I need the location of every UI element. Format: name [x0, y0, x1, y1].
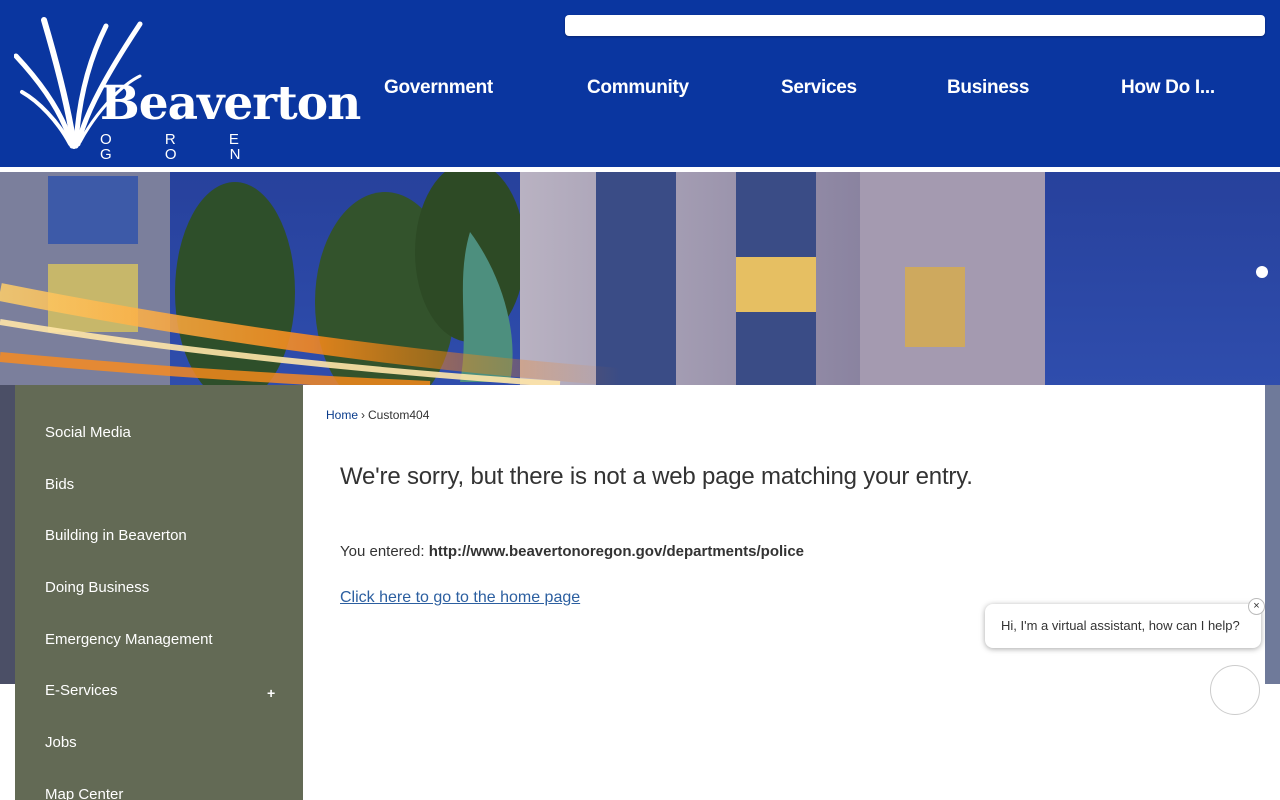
- nav-business[interactable]: Business: [947, 74, 1029, 102]
- sidebar-item-label: Map Center: [45, 786, 124, 800]
- sidebar-item-map-center[interactable]: Map Center: [15, 771, 303, 800]
- breadcrumb: Home › Custom404: [326, 408, 429, 422]
- sidebar-item-social-media[interactable]: Social Media: [15, 409, 303, 461]
- chat-launcher-icon[interactable]: [1210, 665, 1260, 715]
- sidebar-item-emergency-management[interactable]: Emergency Management: [15, 616, 303, 668]
- sidebar-item-label: Doing Business: [45, 579, 150, 596]
- assistant-message: Hi, I'm a virtual assistant, how can I h…: [1001, 618, 1240, 633]
- sidebar-item-jobs[interactable]: Jobs: [15, 719, 303, 771]
- entered-url-text: You entered: http://www.beavertonoregon.…: [340, 543, 804, 560]
- sidebar-item-doing-business[interactable]: Doing Business: [15, 564, 303, 616]
- nav-government[interactable]: Government: [384, 74, 493, 102]
- sidebar-item-label: Bids: [45, 476, 75, 493]
- expand-plus-icon[interactable]: +: [267, 667, 275, 719]
- sidebar-item-label: Social Media: [45, 424, 131, 441]
- nav-community[interactable]: Community: [587, 74, 689, 102]
- close-icon[interactable]: ×: [1248, 598, 1265, 615]
- breadcrumb-separator: ›: [361, 408, 366, 422]
- sidebar-nav: Social Media Bids Building in Beaverton …: [15, 385, 303, 800]
- logo-subtitle: O R E G O N: [100, 131, 266, 163]
- sidebar-item-bids[interactable]: Bids: [15, 461, 303, 513]
- sidebar-item-label: Building in Beaverton: [45, 527, 187, 544]
- nav-services[interactable]: Services: [781, 74, 857, 102]
- sidebar-item-e-services[interactable]: E-Services +: [15, 667, 303, 719]
- site-header: Beaverton O R E G O N Government Communi…: [0, 0, 1280, 167]
- assistant-bubble[interactable]: Hi, I'm a virtual assistant, how can I h…: [985, 604, 1261, 648]
- breadcrumb-home-link[interactable]: Home: [326, 408, 358, 422]
- nav-how-do-i[interactable]: How Do I...: [1121, 74, 1215, 102]
- main-content: Home › Custom404 We're sorry, but there is…: [303, 385, 1265, 800]
- main-nav: Government Community Services Business H…: [0, 74, 1280, 102]
- page-title: We're sorry, but there is not a web page…: [340, 463, 973, 490]
- sidebar-item-label: E-Services: [45, 682, 118, 699]
- breadcrumb-current: Custom404: [368, 408, 430, 422]
- sidebar-item-label: Emergency Management: [45, 631, 213, 648]
- entered-url-value: http://www.beavertonoregon.gov/departmen…: [428, 543, 805, 560]
- sidebar-item-label: Jobs: [45, 734, 77, 751]
- search-input[interactable]: [565, 15, 1265, 36]
- sidebar-item-building[interactable]: Building in Beaverton: [15, 512, 303, 564]
- home-page-link[interactable]: Click here to go to the home page: [340, 589, 580, 607]
- entered-label: You entered:: [340, 543, 425, 560]
